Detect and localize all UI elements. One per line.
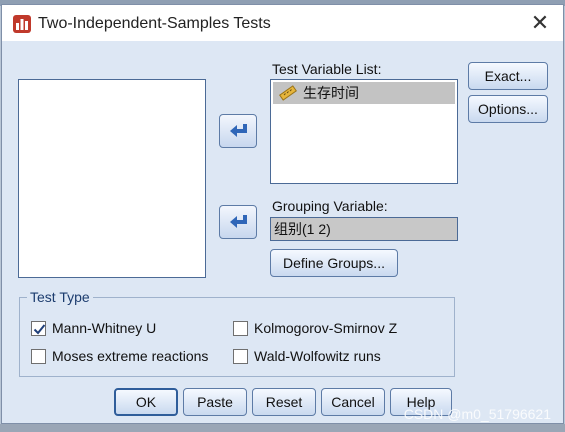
source-variable-list[interactable] xyxy=(18,79,206,278)
title-bar: Two-Independent-Samples Tests ✕ xyxy=(2,5,563,41)
moses-extreme-label: Moses extreme reactions xyxy=(52,348,209,364)
define-groups-button[interactable]: Define Groups... xyxy=(270,249,398,277)
arrow-left-icon xyxy=(230,215,247,228)
grouping-variable-field[interactable]: 组别(1 2) xyxy=(270,217,458,241)
mann-whitney-label: Mann-Whitney U xyxy=(52,320,157,336)
scale-ruler-icon xyxy=(279,85,297,101)
moses-extreme-checkbox[interactable] xyxy=(31,349,46,364)
two-independent-samples-dialog: Two-Independent-Samples Tests ✕ Test Var… xyxy=(1,4,564,424)
wald-wolfowitz-checkbox[interactable] xyxy=(233,349,248,364)
kolmogorov-smirnov-checkbox[interactable] xyxy=(233,321,248,336)
test-variable-list-label: Test Variable List: xyxy=(272,61,382,77)
paste-button[interactable]: Paste xyxy=(183,388,247,416)
close-button[interactable]: ✕ xyxy=(527,11,553,35)
mann-whitney-checkbox[interactable] xyxy=(31,321,46,336)
test-type-legend: Test Type xyxy=(27,289,93,305)
background-app-bottom xyxy=(0,424,565,432)
test-variable-list[interactable]: 生存时间 xyxy=(270,79,458,184)
grouping-variable-label: Grouping Variable: xyxy=(272,198,388,214)
arrow-left-icon xyxy=(230,124,247,137)
test-variable-name: 生存时间 xyxy=(303,85,359,101)
test-type-group xyxy=(19,297,455,377)
close-icon: ✕ xyxy=(530,10,550,35)
kolmogorov-smirnov-label: Kolmogorov-Smirnov Z xyxy=(254,320,398,336)
options-button[interactable]: Options... xyxy=(468,95,548,123)
spss-app-icon xyxy=(13,15,31,33)
checkmark-icon xyxy=(33,324,46,335)
list-item[interactable]: 生存时间 xyxy=(273,82,455,104)
ok-button[interactable]: OK xyxy=(114,388,178,416)
wald-wolfowitz-label: Wald-Wolfowitz runs xyxy=(254,348,381,364)
exact-button[interactable]: Exact... xyxy=(468,62,548,90)
watermark-text: CSDN @m0_51796621 xyxy=(403,406,551,422)
window-title: Two-Independent-Samples Tests xyxy=(38,15,271,32)
move-to-test-list-button[interactable] xyxy=(219,114,257,148)
reset-button[interactable]: Reset xyxy=(252,388,316,416)
move-to-grouping-button[interactable] xyxy=(219,205,257,239)
cancel-button[interactable]: Cancel xyxy=(321,388,385,416)
